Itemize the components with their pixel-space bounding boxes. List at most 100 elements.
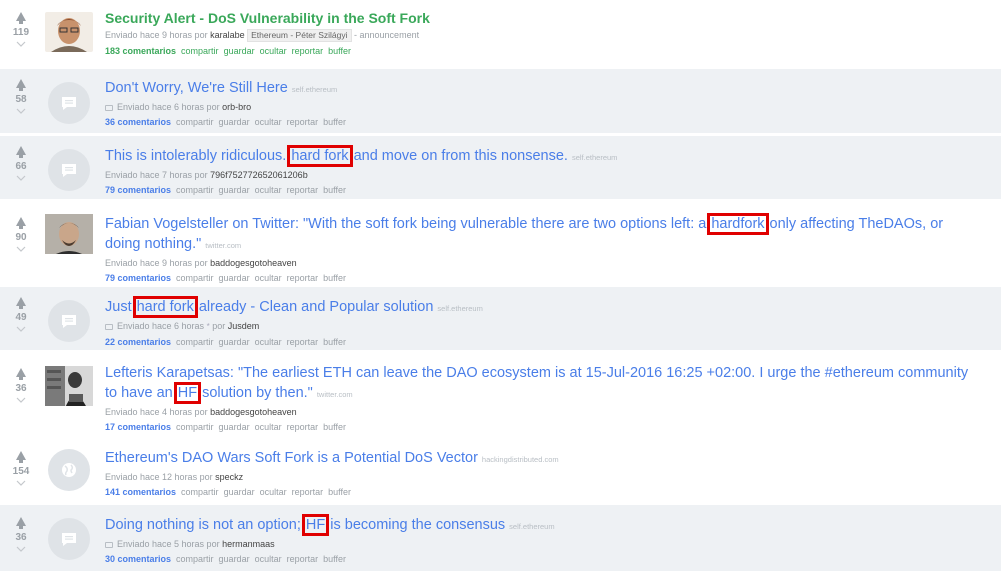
post-domain[interactable]: twitter.com [317,390,353,399]
self-text-icon[interactable] [105,541,113,548]
self-text-icon[interactable] [105,104,113,111]
comments-link[interactable]: 17 comentarios [105,422,171,432]
post-domain[interactable]: self.ethereum [572,153,617,162]
hide-link[interactable]: ocultar [255,422,282,432]
post-title-part[interactable]: Just [105,299,132,315]
comments-link[interactable]: 36 comentarios [105,117,171,127]
buffer-link[interactable]: buffer [323,273,346,283]
post-title-part[interactable]: already - Clean and Popular solution [199,299,434,315]
post-author[interactable]: Jusdem [228,321,260,331]
highlighted-keyword[interactable]: hardfork [707,213,769,235]
buffer-link[interactable]: buffer [323,337,346,347]
highlighted-keyword[interactable]: HF [173,382,202,404]
save-link[interactable]: guardar [219,117,250,127]
comments-link[interactable]: 141 comentarios [105,487,176,497]
save-link[interactable]: guardar [219,554,250,564]
report-link[interactable]: reportar [292,487,324,497]
post-domain[interactable]: self.ethereum [292,85,337,94]
comments-link[interactable]: 79 comentarios [105,273,171,283]
post-author[interactable]: speckz [215,472,243,482]
self-post-thumbnail[interactable] [48,82,90,124]
post-domain[interactable]: hackingdistributed.com [482,455,559,464]
post-title[interactable]: Ethereum's DAO Wars Soft Fork is a Poten… [105,450,478,466]
comments-link[interactable]: 79 comentarios [105,185,171,195]
highlighted-keyword[interactable]: hard fork [287,145,353,167]
share-link[interactable]: compartir [176,185,214,195]
upvote-arrow-icon[interactable] [16,12,26,24]
report-link[interactable]: reportar [287,422,319,432]
save-link[interactable]: guardar [219,337,250,347]
hide-link[interactable]: ocultar [260,46,287,56]
share-link[interactable]: compartir [181,487,219,497]
report-link[interactable]: reportar [287,554,319,564]
post-title-part[interactable]: solution by then." [202,385,313,401]
post-title[interactable]: Don't Worry, We're Still Here [105,80,288,96]
post-author[interactable]: baddogesgotoheaven [210,258,297,268]
downvote-arrow-icon[interactable] [16,175,26,181]
post-author[interactable]: orb-bro [222,102,251,112]
report-link[interactable]: reportar [287,185,319,195]
post-title-part[interactable]: is becoming the consensus [330,517,505,533]
post-thumbnail[interactable] [45,214,93,254]
self-post-thumbnail[interactable] [48,300,90,342]
post-domain[interactable]: self.ethereum [437,304,482,313]
report-link[interactable]: reportar [287,273,319,283]
buffer-link[interactable]: buffer [328,487,351,497]
share-link[interactable]: compartir [176,117,214,127]
post-title-part[interactable]: Fabian Vogelsteller on Twitter: "With th… [105,216,706,232]
downvote-arrow-icon[interactable] [16,108,26,114]
save-link[interactable]: guardar [219,422,250,432]
highlighted-keyword[interactable]: hard fork [132,296,198,318]
highlighted-keyword[interactable]: HF [301,514,330,536]
self-post-thumbnail[interactable] [48,149,90,191]
self-text-icon[interactable] [105,323,113,330]
save-link[interactable]: guardar [219,273,250,283]
save-link[interactable]: guardar [219,185,250,195]
comments-link[interactable]: 22 comentarios [105,337,171,347]
post-author[interactable]: hermanmaas [222,539,275,549]
comments-link[interactable]: 30 comentarios [105,554,171,564]
share-link[interactable]: compartir [176,554,214,564]
downvote-arrow-icon[interactable] [16,246,26,252]
comments-link[interactable]: 183 comentarios [105,46,176,56]
downvote-arrow-icon[interactable] [16,480,26,486]
upvote-arrow-icon[interactable] [16,517,26,529]
hide-link[interactable]: ocultar [255,337,282,347]
upvote-arrow-icon[interactable] [16,297,26,309]
downvote-arrow-icon[interactable] [16,326,26,332]
hide-link[interactable]: ocultar [260,487,287,497]
post-title[interactable]: Security Alert - DoS Vulnerability in th… [105,10,430,26]
post-title-part[interactable]: This is intolerably ridiculous. [105,148,286,164]
post-author[interactable]: 796f752772652061206b [210,170,308,180]
share-link[interactable]: compartir [181,46,219,56]
hide-link[interactable]: ocultar [255,554,282,564]
save-link[interactable]: guardar [224,46,255,56]
hide-link[interactable]: ocultar [255,185,282,195]
save-link[interactable]: guardar [224,487,255,497]
report-link[interactable]: reportar [292,46,324,56]
downvote-arrow-icon[interactable] [16,41,26,47]
post-author[interactable]: baddogesgotoheaven [210,407,297,417]
buffer-link[interactable]: buffer [323,185,346,195]
share-link[interactable]: compartir [176,337,214,347]
buffer-link[interactable]: buffer [323,117,346,127]
upvote-arrow-icon[interactable] [16,146,26,158]
post-thumbnail[interactable] [45,12,93,52]
post-domain[interactable]: self.ethereum [509,522,554,531]
report-link[interactable]: reportar [287,337,319,347]
hide-link[interactable]: ocultar [255,273,282,283]
post-author[interactable]: karalabe [210,30,245,40]
share-link[interactable]: compartir [176,422,214,432]
hide-link[interactable]: ocultar [255,117,282,127]
self-post-thumbnail[interactable] [48,518,90,560]
downvote-arrow-icon[interactable] [16,546,26,552]
post-title-part[interactable]: and move on from this nonsense. [354,148,568,164]
buffer-link[interactable]: buffer [323,554,346,564]
post-title-part[interactable]: Doing nothing is not an option; [105,517,301,533]
buffer-link[interactable]: buffer [323,422,346,432]
upvote-arrow-icon[interactable] [16,217,26,229]
report-link[interactable]: reportar [287,117,319,127]
post-thumbnail[interactable] [45,366,93,406]
upvote-arrow-icon[interactable] [16,79,26,91]
post-domain[interactable]: twitter.com [205,241,241,250]
